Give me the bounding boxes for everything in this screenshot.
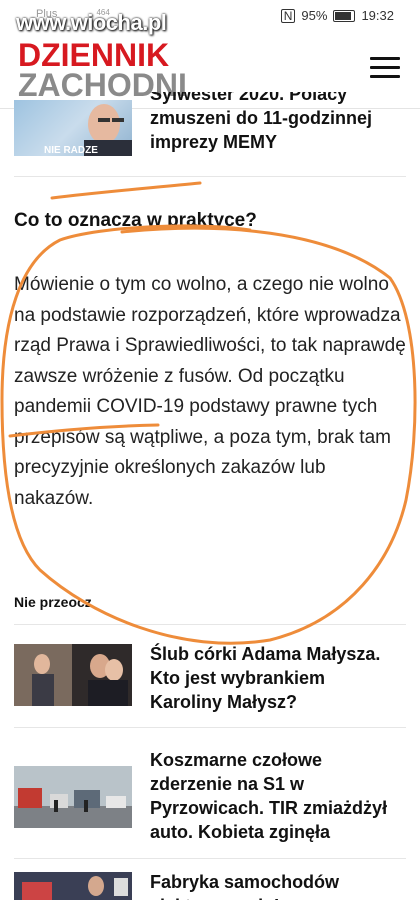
divider xyxy=(14,858,406,859)
nfc-icon: N xyxy=(280,8,296,23)
battery-icon xyxy=(333,9,356,22)
related-article-2[interactable]: Koszmarne czołowe zderzenie na S1 w Pyrz… xyxy=(14,740,414,842)
battery-percent: 95% xyxy=(301,8,328,23)
article-thumbnail[interactable] xyxy=(14,872,132,900)
hamburger-menu-icon[interactable] xyxy=(370,57,400,79)
watermark: www.wiocha.pl xyxy=(16,10,167,35)
section-heading: Co to oznacza w praktyce? xyxy=(14,210,257,231)
annotation-stroke-top xyxy=(50,181,202,200)
thumbnail-image xyxy=(14,766,132,828)
thumbnail-image xyxy=(14,644,132,706)
site-logo[interactable]: DZIENNIK ZACHODNI xyxy=(18,37,187,101)
article-title[interactable]: Fabryka samochodów elektrycznych Izera p… xyxy=(150,870,400,900)
related-label: Nie przeocz xyxy=(14,594,92,610)
divider xyxy=(14,727,406,728)
article-title[interactable]: Sylwester 2020. Polacy zmuszeni do 11-go… xyxy=(150,92,400,158)
article-thumbnail[interactable] xyxy=(14,766,132,828)
article-thumbnail[interactable] xyxy=(14,644,132,706)
article-title[interactable]: Koszmarne czołowe zderzenie na S1 w Pyrz… xyxy=(150,748,400,844)
article-thumbnail[interactable]: NIE RADZE xyxy=(14,100,132,156)
thumbnail-image xyxy=(14,872,132,900)
article-row-top[interactable]: NIE RADZE Sylwester 2020. Polacy zmuszen… xyxy=(14,92,414,162)
related-article-1[interactable]: Ślub córki Adama Małysza. Kto jest wybra… xyxy=(14,636,414,716)
thumbnail-image: NIE RADZE xyxy=(44,104,132,156)
status-indicators: N 95% 19:32 xyxy=(280,8,394,23)
article-title[interactable]: Ślub córki Adama Małysza. Kto jest wybra… xyxy=(150,642,400,714)
thumbnail-caption: NIE RADZE xyxy=(44,145,98,156)
logo-line-1: DZIENNIK xyxy=(18,37,170,73)
divider xyxy=(14,624,406,625)
related-article-3[interactable]: Fabryka samochodów elektrycznych Izera p… xyxy=(14,866,414,900)
divider xyxy=(14,176,406,177)
clock: 19:32 xyxy=(361,8,394,23)
article-body-text: Mówienie o tym co wolno, a czego nie wol… xyxy=(14,274,406,509)
